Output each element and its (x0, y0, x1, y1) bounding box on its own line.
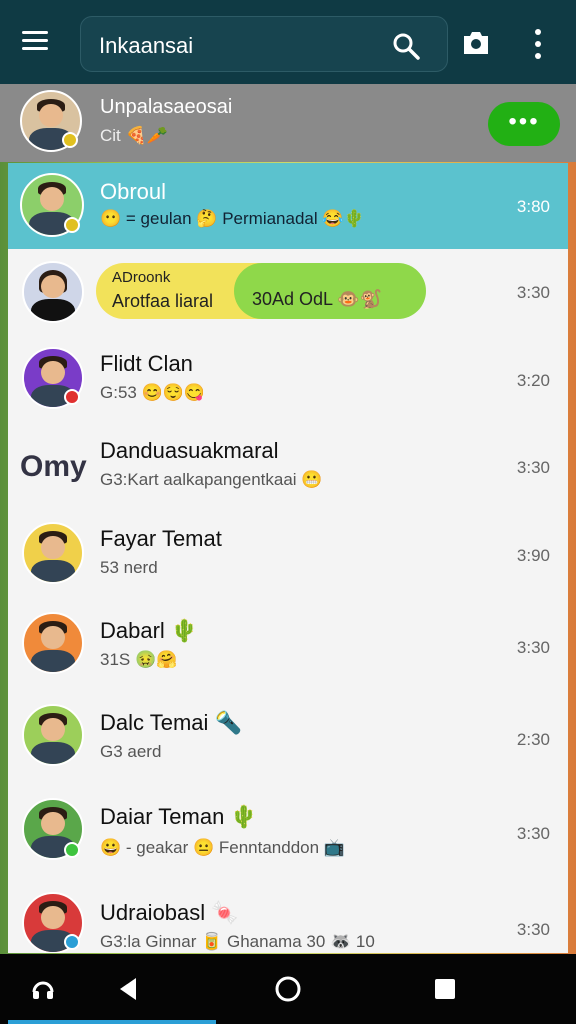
status-badge (64, 389, 80, 405)
status-badge (64, 842, 80, 858)
chat-row[interactable]: Omy Danduasuakmaral G3:Kart aalkapangent… (8, 424, 568, 513)
chat-name: Dalc Temai 🔦 (100, 710, 242, 735)
chat-list: Obroul 😶 = geulan 🤔 Permianadal 😂🌵 3:80 … (8, 163, 568, 953)
pinned-chat-name: Unpalasaeosai (100, 96, 233, 118)
group-logo: Omy (20, 450, 87, 483)
chat-row[interactable]: Udraiobasl 🍬 G3:la Ginnar 🥫 Ghanama 30 🦝… (8, 882, 568, 953)
top-app-bar (0, 0, 576, 84)
chat-preview: G3 aerd (100, 742, 162, 761)
chat-name: Dabarl 🌵 (100, 618, 199, 643)
status-badge (64, 934, 80, 950)
chat-row[interactable]: Obroul 😶 = geulan 🤔 Permianadal 😂🌵 3:80 (8, 163, 568, 250)
chat-preview: 53 nerd (100, 558, 158, 577)
home-icon[interactable] (273, 974, 303, 1004)
chat-row[interactable]: Dabarl 🌵 31S 🤢🤗 3:30 (8, 602, 568, 695)
more-options-icon[interactable] (528, 26, 548, 62)
chat-time: 3:30 (516, 824, 550, 843)
chat-time: 3:90 (516, 546, 550, 565)
bubble-line-2: Arotfaa liaral (112, 291, 214, 311)
chat-name: Flidt Clan (100, 351, 193, 376)
avatar (22, 704, 84, 766)
chat-row[interactable]: Dalc Temai 🔦 G3 aerd 2:30 (8, 694, 568, 787)
chat-preview: G:53 😊😌😋 (100, 383, 206, 402)
chat-row[interactable]: Daiar Teman 🌵 😀 - geakar 😐 Fenntanddon 📺… (8, 786, 568, 883)
camera-icon[interactable] (460, 28, 492, 58)
chat-preview: G3:Kart aalkapangentkaai 😬 (100, 470, 323, 489)
bubble-green-text: 30Ad OdL 🐵🐒 (252, 289, 383, 309)
avatar (22, 261, 84, 323)
chat-time: 3:30 (516, 920, 550, 939)
chat-time: 3:80 (516, 197, 550, 216)
chat-time: 3:30 (516, 283, 550, 302)
chat-name: Daiar Teman 🌵 (100, 804, 258, 829)
chat-name: Udraiobasl 🍬 (100, 900, 239, 925)
chat-preview: G3:la Ginnar 🥫 Ghanama 30 🦝 10 (100, 932, 375, 951)
bubble-line-1: ADroonk (112, 269, 171, 286)
pinned-chat-preview: Cit 🍕🥕 (100, 126, 168, 145)
search-box[interactable] (80, 16, 448, 72)
system-navigation-bar (0, 954, 576, 1024)
chat-time: 3:30 (516, 638, 550, 657)
chat-preview: 😀 - geakar 😐 Fenntanddon 📺 (100, 838, 345, 857)
chat-name: Fayar Temat (100, 526, 222, 551)
nav-indicator (8, 1020, 216, 1024)
chat-preview: 😶 = geulan 🤔 Permianadal 😂🌵 (100, 209, 365, 228)
chat-time: 3:30 (516, 458, 550, 477)
avatar (22, 612, 84, 674)
chat-preview: 31S 🤢🤗 (100, 650, 178, 669)
chat-name: Obroul (100, 179, 167, 204)
pinned-action-button[interactable]: ••• (488, 102, 560, 146)
recents-icon[interactable] (430, 974, 460, 1004)
status-badge (62, 132, 78, 148)
back-icon[interactable] (114, 974, 144, 1004)
chat-time: 2:30 (516, 730, 550, 749)
chat-name: Danduasuakmaral (100, 438, 279, 463)
status-badge (64, 217, 80, 233)
chat-row[interactable]: ADroonk Arotfaa liaral 30Ad OdL 🐵🐒 3:30 (8, 249, 568, 338)
search-input[interactable] (97, 29, 381, 63)
chat-row[interactable]: Fayar Temat 53 nerd 3:90 (8, 512, 568, 603)
avatar (22, 522, 84, 584)
chat-time: 3:20 (516, 371, 550, 390)
chat-row[interactable]: Flidt Clan G:53 😊😌😋 3:20 (8, 337, 568, 425)
menu-icon[interactable] (22, 26, 54, 58)
headset-icon[interactable] (28, 974, 58, 1004)
search-icon[interactable] (391, 31, 421, 61)
